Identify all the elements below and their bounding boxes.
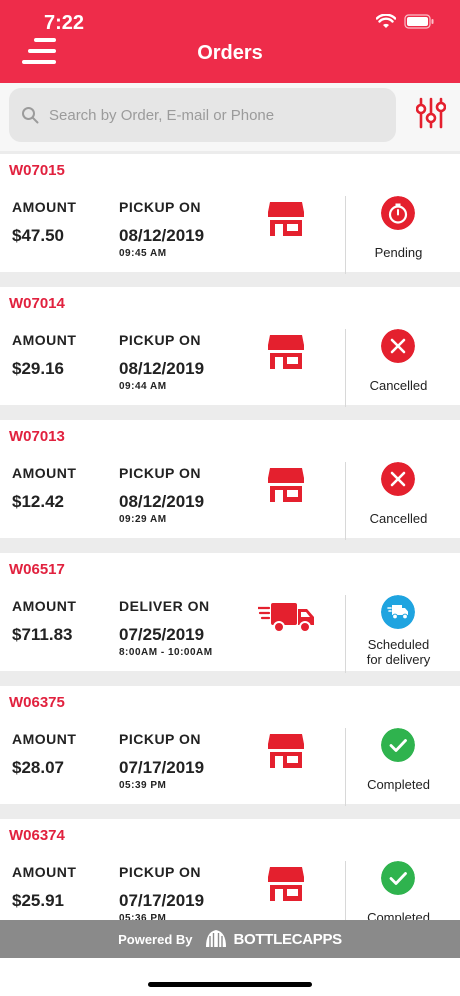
bottom-area: [0, 958, 460, 996]
store-icon: [268, 468, 304, 502]
store-icon: [268, 867, 304, 901]
home-indicator[interactable]: [148, 982, 312, 987]
check-circle-icon: [381, 861, 415, 895]
order-date: 08/12/2019: [119, 226, 205, 245]
order-time: 09:29 AM: [119, 514, 167, 525]
order-date: 08/12/2019: [119, 359, 205, 378]
order-card[interactable]: W07015 AMOUNT $47.50 PICKUP ON 08/12/201…: [0, 154, 460, 274]
search-bar: [0, 83, 460, 151]
date-label: PICKUP ON: [119, 332, 202, 348]
delivery-truck-icon: [258, 603, 314, 633]
store-icon: [268, 335, 304, 369]
amount-label: AMOUNT: [12, 864, 77, 880]
amount-label: AMOUNT: [12, 465, 77, 481]
order-time: 09:44 AM: [119, 381, 167, 392]
status-bar-icons: [376, 14, 434, 29]
order-status: Cancelled: [369, 511, 428, 526]
divider: [345, 329, 346, 407]
amount-label: AMOUNT: [12, 731, 77, 747]
store-icon: [268, 734, 304, 768]
order-amount: $28.07: [12, 758, 64, 777]
order-date: 07/17/2019: [119, 891, 205, 910]
order-status: Pending: [374, 245, 423, 260]
order-status: Scheduled for delivery: [366, 637, 431, 667]
bottle-cap-icon: [205, 930, 226, 947]
date-label: DELIVER ON: [119, 598, 210, 614]
order-status: Cancelled: [369, 378, 428, 393]
filter-sliders-icon[interactable]: [416, 96, 446, 130]
order-time: 8:00AM - 10:00AM: [119, 647, 213, 658]
order-time: 09:45 AM: [119, 248, 167, 259]
amount-label: AMOUNT: [12, 598, 77, 614]
order-amount: $25.91: [12, 891, 64, 910]
date-label: PICKUP ON: [119, 864, 202, 880]
order-date: 07/25/2019: [119, 625, 205, 644]
order-time: 05:36 PM: [119, 913, 167, 920]
app-header: 7:22 Orders: [0, 0, 460, 83]
order-number[interactable]: W06517: [9, 561, 65, 578]
bottlecapps-logo: BOTTLECAPPS: [203, 927, 342, 951]
date-label: PICKUP ON: [119, 731, 202, 747]
order-amount: $47.50: [12, 226, 64, 245]
order-status: Completed: [367, 777, 430, 792]
x-circle-icon: [381, 329, 415, 363]
powered-by-label: Powered By: [118, 931, 193, 947]
order-amount: $12.42: [12, 492, 64, 511]
order-card[interactable]: W06375 AMOUNT $28.07 PICKUP ON 07/17/201…: [0, 686, 460, 806]
search-box[interactable]: [9, 88, 396, 142]
battery-icon: [404, 14, 434, 29]
order-card[interactable]: W06374 AMOUNT $25.91 PICKUP ON 07/17/201…: [0, 819, 460, 920]
status-bar-time: 7:22: [44, 12, 85, 34]
divider: [345, 728, 346, 806]
order-number[interactable]: W06375: [9, 694, 65, 711]
amount-label: AMOUNT: [12, 332, 77, 348]
brand-name: BOTTLECAPPS: [233, 930, 343, 948]
order-number[interactable]: W07014: [9, 295, 65, 312]
amount-label: AMOUNT: [12, 199, 77, 215]
check-circle-icon: [381, 728, 415, 762]
order-time: 05:39 PM: [119, 780, 167, 791]
date-label: PICKUP ON: [119, 465, 202, 481]
search-input[interactable]: [47, 105, 391, 125]
wifi-icon: [376, 14, 396, 28]
divider: [345, 462, 346, 540]
order-date: 07/17/2019: [119, 758, 205, 777]
divider: [345, 196, 346, 274]
store-icon: [268, 202, 304, 236]
order-number[interactable]: W06374: [9, 827, 65, 844]
order-date: 08/12/2019: [119, 492, 205, 511]
orders-list: W07015 AMOUNT $47.50 PICKUP ON 08/12/201…: [0, 154, 460, 920]
order-card[interactable]: W07014 AMOUNT $29.16 PICKUP ON 08/12/201…: [0, 287, 460, 407]
order-card[interactable]: W07013 AMOUNT $12.42 PICKUP ON 08/12/201…: [0, 420, 460, 540]
order-amount: $711.83: [12, 625, 73, 644]
order-amount: $29.16: [12, 359, 64, 378]
search-icon: [22, 107, 39, 124]
x-circle-icon: [381, 462, 415, 496]
order-number[interactable]: W07015: [9, 162, 65, 179]
date-label: PICKUP ON: [119, 199, 202, 215]
order-number[interactable]: W07013: [9, 428, 65, 445]
stopwatch-icon: [381, 196, 415, 230]
order-status: Completed: [367, 910, 430, 920]
delivery-icon: [381, 595, 415, 629]
order-card[interactable]: W06517 AMOUNT $711.83 DELIVER ON 07/25/2…: [0, 553, 460, 673]
page-title: Orders: [197, 42, 263, 64]
powered-by-footer: Powered By BOTTLECAPPS: [0, 920, 460, 958]
